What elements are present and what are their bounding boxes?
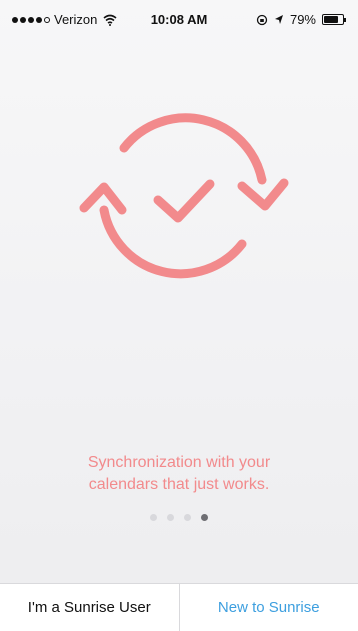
tagline-line-2: calendars that just works. <box>88 476 270 493</box>
tagline-line-1: Synchronization with your <box>87 454 271 471</box>
page-dot[interactable] <box>201 514 208 521</box>
page-dot[interactable] <box>184 514 191 521</box>
sync-arrow-bottom <box>99 205 247 279</box>
page-dot[interactable] <box>150 514 157 521</box>
page-dot[interactable] <box>167 514 174 521</box>
existing-user-button[interactable]: I'm a Sunrise User <box>0 584 180 631</box>
onboarding-screen: Verizon 10:08 AM 79% Synchronization wit… <box>0 0 358 631</box>
orientation-lock-icon <box>256 14 268 25</box>
sync-arrowhead-right <box>237 178 289 211</box>
new-user-button[interactable]: New to Sunrise <box>180 584 358 631</box>
onboarding-tagline: Synchronization with your calendars that… <box>0 452 358 496</box>
bottom-action-bar: I'm a Sunrise User New to Sunrise <box>0 583 358 631</box>
page-indicator[interactable] <box>0 514 358 521</box>
battery-fill <box>324 16 339 23</box>
location-arrow-icon <box>274 15 283 24</box>
status-right: 79% <box>256 12 346 27</box>
battery-percent: 79% <box>289 12 316 27</box>
sync-arrow-top <box>119 113 267 185</box>
check-icon <box>153 179 215 223</box>
battery-icon <box>322 14 346 25</box>
sync-check-icon <box>79 113 289 279</box>
status-bar: Verizon 10:08 AM 79% <box>0 0 358 40</box>
